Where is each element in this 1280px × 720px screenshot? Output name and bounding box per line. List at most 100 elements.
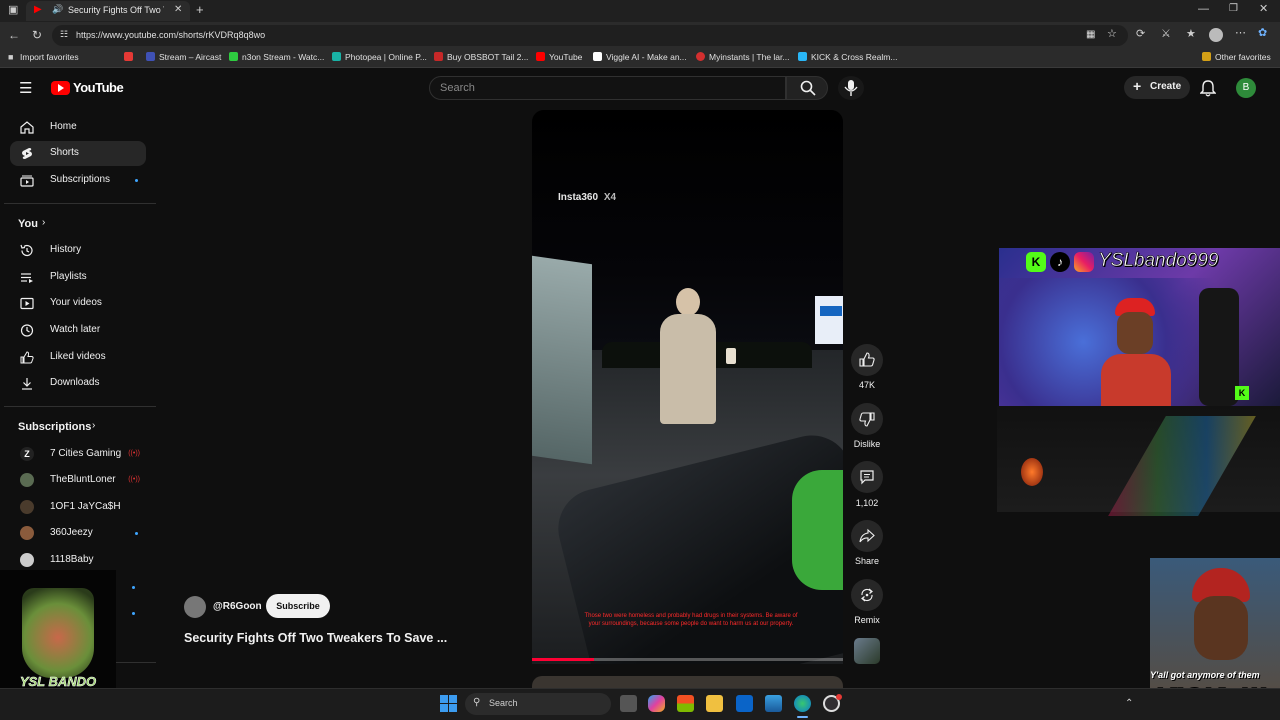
short-title[interactable]: Security Fights Off Two Tweakers To Save… xyxy=(184,631,447,645)
audio-playing-icon[interactable]: 🔊 xyxy=(52,5,63,14)
back-icon[interactable]: ← xyxy=(8,29,20,41)
browser-essentials-icon[interactable]: ⚔ xyxy=(1161,29,1171,40)
tab-actions-icon[interactable]: ▣ xyxy=(8,5,18,16)
app-available-icon[interactable]: ▦ xyxy=(1086,30,1095,40)
search-button[interactable] xyxy=(786,76,828,100)
bookmark-9[interactable]: KICK & Cross Realm... xyxy=(798,52,897,62)
close-tab-icon[interactable]: ✕ xyxy=(174,5,182,15)
sidebar-item-your-videos[interactable]: Your videos xyxy=(10,291,146,316)
bookmark-8[interactable]: Myinstants | The lar... xyxy=(696,52,789,62)
remix-button[interactable] xyxy=(851,579,883,611)
streamer-figure xyxy=(1101,298,1171,406)
channel-avatar xyxy=(20,500,34,514)
mouse-glow xyxy=(1021,458,1043,486)
tiktok-logo-icon: ♪ xyxy=(1050,252,1070,272)
bookmark-6[interactable]: YouTube xyxy=(536,52,582,62)
notification-badge xyxy=(836,694,842,700)
sidebar-item-downloads[interactable]: Downloads xyxy=(10,371,146,396)
channel-name[interactable]: @R6Goon xyxy=(213,601,262,612)
share-icon xyxy=(859,528,875,543)
watermark-model: X4 xyxy=(603,192,617,203)
sidebar-channel-1of1-jaycash[interactable]: 1OF1 JaYCa$H xyxy=(10,495,146,520)
channel-name: 360Jeezy xyxy=(50,527,93,538)
youtube-play-triangle-icon xyxy=(58,84,64,92)
new-tab-button[interactable]: + xyxy=(196,3,204,16)
favorite-star-icon[interactable]: ☆ xyxy=(1107,29,1117,40)
sidebar-item-liked-videos[interactable]: Liked videos xyxy=(10,345,146,370)
url-field[interactable]: ☷ https://www.youtube.com/shorts/rKVDRq8… xyxy=(52,25,1128,46)
minimize-icon[interactable]: — xyxy=(1198,4,1209,15)
new-content-dot xyxy=(132,586,135,589)
sidebar-item-subscriptions[interactable]: Subscriptions xyxy=(10,168,146,193)
menu-icon[interactable]: ☰ xyxy=(19,81,32,96)
channel-avatar[interactable] xyxy=(184,596,206,618)
notifications-bell-icon[interactable] xyxy=(1200,80,1216,97)
sidebar-item-history[interactable]: History xyxy=(10,238,146,263)
restore-icon[interactable]: ❐ xyxy=(1229,4,1238,14)
dislike-label: Dislike xyxy=(853,439,881,449)
outlook-icon[interactable] xyxy=(736,695,753,712)
next-short-preview[interactable] xyxy=(532,676,843,688)
sidebar-channel-7-cities-gaming[interactable]: Z 7 Cities Gaming ((•)) xyxy=(10,442,146,467)
photos-icon[interactable] xyxy=(765,695,782,712)
microsoft-store-icon[interactable] xyxy=(677,695,694,712)
other-favorites[interactable]: Other favorites xyxy=(1202,52,1271,62)
site-info-icon[interactable]: ☷ xyxy=(60,30,68,39)
profile-avatar[interactable] xyxy=(1209,28,1223,42)
file-explorer-icon[interactable] xyxy=(706,695,723,712)
bookmark-0[interactable]: Import favorites xyxy=(20,52,79,62)
sidebar-item-label: Subscriptions xyxy=(50,174,111,185)
kick-logo-icon: K xyxy=(1026,252,1046,272)
progress-bar-fill xyxy=(532,658,594,661)
bookmark-4[interactable]: Photopea | Online P... xyxy=(332,52,427,62)
motorcycle-fairing xyxy=(792,470,843,590)
sidebar-item-label: Shorts xyxy=(50,147,79,158)
extensions-icon[interactable]: ⟳ xyxy=(1136,29,1145,40)
create-label: Create xyxy=(1150,81,1182,92)
sidebar-item-home[interactable]: Home xyxy=(10,115,146,140)
sign-stripe xyxy=(820,306,842,316)
comments-button[interactable] xyxy=(851,461,883,493)
dislike-button[interactable] xyxy=(851,403,883,435)
comment-icon xyxy=(860,470,874,485)
copilot-app-icon[interactable] xyxy=(648,695,665,712)
home-icon xyxy=(20,121,34,134)
search-icon xyxy=(800,80,816,96)
bookmark-1[interactable] xyxy=(124,52,137,62)
account-avatar[interactable]: B xyxy=(1236,78,1256,98)
collections-icon[interactable]: ★ xyxy=(1186,29,1196,40)
taskbar-search[interactable]: ⚲ Search xyxy=(465,693,611,715)
refresh-icon[interactable]: ↻ xyxy=(32,29,42,41)
subscribe-button[interactable]: Subscribe xyxy=(266,594,330,618)
shorts-video-player[interactable]: Insta360 X4 Those two were homeless and … xyxy=(532,110,843,664)
gaming-chair xyxy=(1199,288,1239,406)
bookmark-5[interactable]: Buy OBSBOT Tail 2... xyxy=(434,52,528,62)
sidebar-channel-thebluntloner[interactable]: TheBluntLoner ((•)) xyxy=(10,468,146,493)
edge-browser-icon[interactable] xyxy=(794,695,811,712)
voice-search-button[interactable] xyxy=(838,76,864,100)
search-input[interactable]: Search xyxy=(429,76,786,100)
task-view-icon[interactable] xyxy=(620,695,637,712)
live-icon: ((•)) xyxy=(128,450,140,457)
copilot-icon[interactable]: ✿ xyxy=(1258,28,1267,39)
more-options-icon[interactable]: ⋯ xyxy=(1235,28,1246,39)
share-button[interactable] xyxy=(851,520,883,552)
sidebar-item-playlists[interactable]: Playlists xyxy=(10,265,146,290)
history-icon xyxy=(20,244,33,257)
like-button[interactable] xyxy=(851,344,883,376)
close-window-icon[interactable]: ✕ xyxy=(1259,4,1268,15)
sidebar-item-shorts[interactable]: Shorts xyxy=(10,141,146,166)
sidebar-item-watch-later[interactable]: Watch later xyxy=(10,318,146,343)
create-button[interactable]: + Create xyxy=(1124,76,1190,99)
dislike-icon xyxy=(859,412,875,427)
sidebar-channel-360jeezy[interactable]: 360Jeezy xyxy=(10,521,146,546)
audio-track-thumbnail[interactable] xyxy=(854,638,880,664)
bookmark-2[interactable]: Stream – Aircast xyxy=(146,52,221,62)
subscriptions-heading-label: Subscriptions xyxy=(18,421,92,433)
bookmark-7[interactable]: Viggle AI - Make an... xyxy=(593,52,687,62)
bookmark-3[interactable]: n3on Stream - Watc... xyxy=(229,52,324,62)
url-text: https://www.youtube.com/shorts/rKVDRq8q8… xyxy=(76,30,266,40)
start-button[interactable] xyxy=(440,695,457,712)
browser-tab[interactable]: ▶ 🔊 Security Fights Off Two Twe ✕ xyxy=(26,1,190,21)
tray-overflow-icon[interactable]: ⌃ xyxy=(1125,699,1133,709)
